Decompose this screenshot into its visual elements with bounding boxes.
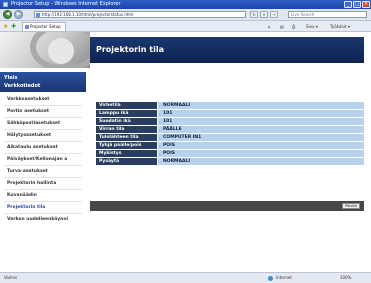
go-button[interactable]: →: [270, 11, 278, 18]
status-value: PÄÄLLE: [158, 126, 364, 133]
sidebar-nav: Yleis Verkkotiedot Verkkoasetukset Porti…: [0, 68, 90, 272]
tab-label: Projector Setup: [30, 24, 61, 29]
sidebar-item-network-settings[interactable]: Verkkoasetukset: [0, 94, 86, 105]
sidebar-item-port-settings[interactable]: Portin asetukset: [0, 106, 86, 117]
main-panel: Virhetila NORMAALI Lamppu ikä 101 Suodat…: [90, 68, 371, 272]
stop-button[interactable]: ×: [260, 11, 268, 18]
status-value: 101: [158, 118, 364, 125]
forward-button[interactable]: ▶: [14, 10, 23, 19]
sidebar-item-network-info[interactable]: Yleis Verkkotiedot: [0, 72, 86, 92]
status-key: Mykistys: [96, 150, 157, 157]
table-row: Virran tila PÄÄLLE: [96, 126, 364, 133]
status-key: Suodatin ikä: [96, 118, 157, 125]
table-row: Tulolähteen tila COMPUTER IN1: [96, 134, 364, 141]
table-row: Mykistys POIS: [96, 150, 364, 157]
status-value: POIS: [158, 142, 364, 149]
status-value: NORMAALI: [158, 102, 364, 109]
sidebar-item-email-settings[interactable]: Sähköpostiasetukset: [0, 118, 86, 129]
status-value: COMPUTER IN1: [158, 134, 364, 141]
refresh-page-button[interactable]: ↻: [250, 11, 258, 18]
maximize-button[interactable]: □: [353, 1, 361, 8]
page-title: Projektorin tila: [90, 37, 364, 63]
sidebar-header-line2: Verkkotiedot: [4, 83, 41, 89]
sidebar-item-projector-status[interactable]: Projektorin tila: [0, 202, 86, 213]
tab-projector-setup[interactable]: Projector Setup: [22, 22, 66, 31]
refresh-button[interactable]: Päivitä: [342, 203, 360, 209]
feeds-button[interactable]: ▤: [280, 23, 284, 30]
favorites-star-icon[interactable]: ★: [3, 23, 8, 30]
sidebar-item-schedule-settings[interactable]: Aikataulu asetukset: [0, 142, 86, 153]
zoom-level[interactable]: 100%: [340, 275, 351, 281]
window-title: Projector Setup - Windows Internet Explo…: [11, 1, 121, 7]
sidebar-item-alert-settings[interactable]: Hälytysasetukset: [0, 130, 86, 141]
ie-logo-icon: [3, 2, 8, 7]
status-key: Tyhjä päälle/pois: [96, 142, 157, 149]
minimize-button[interactable]: _: [344, 1, 352, 8]
sidebar-header-line1: Yleis: [4, 75, 18, 81]
browser-window: Projector Setup - Windows Internet Explo…: [0, 0, 371, 283]
search-input[interactable]: Live Search: [288, 11, 367, 18]
table-row: Lamppu ikä 101: [96, 110, 364, 117]
sidebar-item-security[interactable]: Turva-asetukset: [0, 166, 86, 177]
table-row: Suodatin ikä 101: [96, 118, 364, 125]
brand-banner-image: [0, 32, 90, 68]
table-row: Pysäytä NORMAALI: [96, 158, 364, 165]
refresh-bar: Päivitä: [90, 201, 364, 211]
globe-icon: [268, 276, 273, 281]
url-text: http://192.168.1.10/html/projectorstatus…: [42, 12, 134, 17]
tab-page-icon: [25, 25, 29, 29]
back-button[interactable]: ◀: [3, 10, 12, 19]
page-icon: [36, 13, 40, 17]
table-row: Tyhjä päälle/pois POIS: [96, 142, 364, 149]
status-value: NORMAALI: [158, 158, 364, 165]
sidebar-item-network-restart[interactable]: Verkon uudelleenkäynni: [0, 214, 86, 225]
status-value: 101: [158, 110, 364, 117]
url-input[interactable]: http://192.168.1.10/html/projectorstatus…: [34, 11, 246, 18]
search-placeholder: Live Search: [291, 12, 315, 17]
sidebar-item-date-time[interactable]: Päiväykset/Kellonajan a: [0, 154, 86, 165]
status-key: Virran tila: [96, 126, 157, 133]
sidebar-item-projector-control[interactable]: Projektorin hallinta: [0, 178, 86, 189]
print-button[interactable]: ⎙: [292, 23, 295, 30]
table-row: Virhetila NORMAALI: [96, 102, 364, 109]
status-text: Valmis: [4, 275, 18, 280]
add-favorite-icon[interactable]: ✚: [11, 23, 16, 30]
home-button[interactable]: ⌂: [268, 23, 271, 30]
status-key: Virhetila: [96, 102, 157, 109]
status-key: Pysäytä: [96, 158, 157, 165]
status-key: Tulolähteen tila: [96, 134, 157, 141]
zone-text: Internet: [276, 275, 292, 280]
title-bar: Projector Setup - Windows Internet Explo…: [0, 0, 371, 9]
status-key: Lamppu ikä: [96, 110, 157, 117]
address-bar: ◀ ▶ http://192.168.1.10/html/projectorst…: [0, 9, 371, 21]
command-bar: ★ ✚ Projector Setup ⌂ ▤ ⎙ Sivu ▾ Työkalu…: [0, 21, 371, 32]
page-content: Projektorin tila Yleis Verkkotiedot Verk…: [0, 32, 371, 272]
status-value: POIS: [158, 150, 364, 157]
page-menu[interactable]: Sivu ▾: [306, 23, 318, 30]
tools-menu[interactable]: Työkalut ▾: [330, 23, 350, 30]
close-button[interactable]: ×: [362, 1, 370, 8]
sidebar-item-image-viewer[interactable]: Kuvanäädin: [0, 190, 86, 201]
status-bar: Valmis Internet 100%: [0, 272, 371, 283]
